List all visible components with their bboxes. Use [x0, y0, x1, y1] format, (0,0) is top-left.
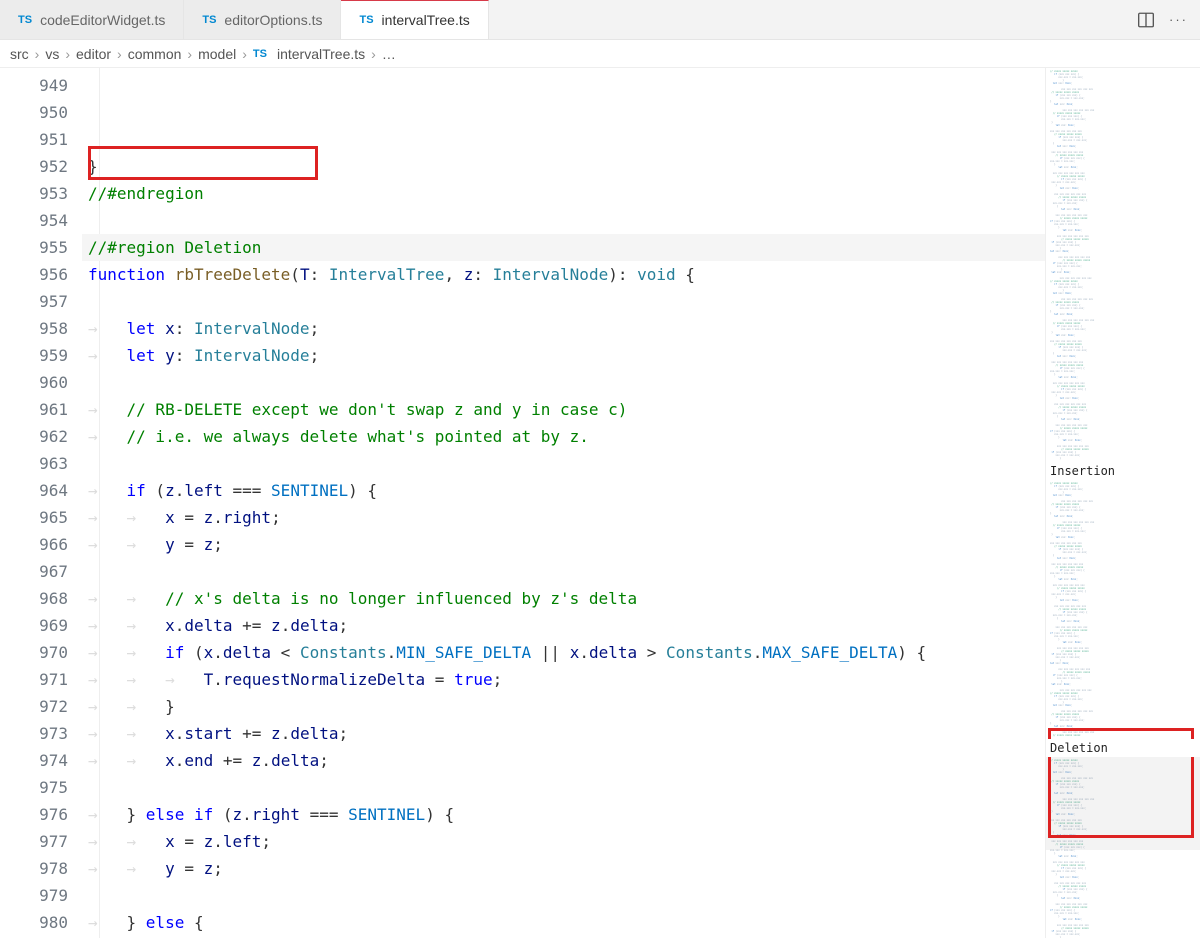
crumb[interactable]: editor [76, 46, 111, 62]
minimap-content: // xxxxx xxxxx xxxxx if (xxx xxx xxx) { … [1046, 480, 1200, 739]
tab-codeeditorwidget[interactable]: TS codeEditorWidget.ts [0, 0, 184, 39]
code-line[interactable] [82, 774, 1045, 801]
code-line[interactable]: → } else { [82, 909, 1045, 936]
code-line[interactable]: → // i.e. we always delete what's pointe… [82, 423, 1045, 450]
code-line[interactable]: → if (z.left === SENTINEL) { [82, 477, 1045, 504]
code-line[interactable]: → → → T.requestNormalizeDelta = true; [82, 666, 1045, 693]
code-line[interactable]: → } else if (z.right === SENTINEL) { [82, 801, 1045, 828]
minimap-region-label[interactable]: Deletion [1046, 739, 1200, 757]
code-line[interactable]: → // RB-DELETE except we don't swap z an… [82, 396, 1045, 423]
code-line[interactable]: → → x.start += z.delta; [82, 720, 1045, 747]
more-actions-icon[interactable]: ··· [1169, 12, 1188, 27]
code-line[interactable] [82, 288, 1045, 315]
code-line[interactable]: → → x.delta += z.delta; [82, 612, 1045, 639]
ts-file-icon: TS [253, 48, 267, 60]
ts-file-icon: TS [359, 14, 373, 26]
chevron-right-icon: › [187, 46, 192, 62]
line-number-gutter: 9499509519529539549559569579589599609619… [0, 68, 82, 938]
chevron-right-icon: › [242, 46, 247, 62]
tab-label: editorOptions.ts [224, 12, 322, 28]
code-line[interactable]: → → // x's delta is no longer influenced… [82, 585, 1045, 612]
code-line[interactable]: → → x = z.left; [82, 828, 1045, 855]
code-line[interactable]: → → y = z; [82, 531, 1045, 558]
minimap-content: // xxxxx xxxxx xxxxx if (xxx xxx xxx) { … [1046, 68, 1200, 462]
tab-intervaltree[interactable]: TS intervalTree.ts [341, 0, 488, 39]
tab-editoroptions[interactable]: TS editorOptions.ts [184, 0, 341, 39]
code-line[interactable]: → → y = z; [82, 855, 1045, 882]
code-line[interactable]: → → x.end += z.delta; [82, 747, 1045, 774]
chevron-right-icon: › [65, 46, 70, 62]
code-line[interactable]: → → if (x.delta < Constants.MIN_SAFE_DEL… [82, 639, 1045, 666]
code-area[interactable]: }//#endregion //#region Deletionfunction … [82, 68, 1045, 938]
code-line[interactable]: → → x = z.right; [82, 504, 1045, 531]
breadcrumbs[interactable]: src › vs › editor › common › model › TS inter… [0, 40, 1200, 68]
code-line[interactable] [82, 882, 1045, 909]
tab-actions: ··· [1137, 11, 1200, 29]
crumb[interactable]: model [198, 46, 236, 62]
crumb-more[interactable]: … [382, 46, 396, 62]
crumb[interactable]: src [10, 46, 29, 62]
code-line[interactable]: //#endregion [82, 180, 1045, 207]
code-line[interactable]: } [82, 153, 1045, 180]
editor-tabs: TS codeEditorWidget.ts TS editorOptions.… [0, 0, 1200, 40]
code-line[interactable]: //#region Deletion [82, 234, 1045, 261]
tab-label: intervalTree.ts [382, 12, 470, 28]
crumb-file[interactable]: intervalTree.ts [277, 46, 365, 62]
chevron-right-icon: › [371, 46, 376, 62]
code-line[interactable] [82, 207, 1045, 234]
tab-label: codeEditorWidget.ts [40, 12, 165, 28]
code-line[interactable]: → → } [82, 693, 1045, 720]
minimap-region-label[interactable]: Insertion [1046, 462, 1200, 480]
editor: 9499509519529539549559569579589599609619… [0, 68, 1200, 938]
code-line[interactable]: → let y: IntervalNode; [82, 342, 1045, 369]
chevron-right-icon: › [117, 46, 122, 62]
minimap[interactable]: // xxxxx xxxxx xxxxx if (xxx xxx xxx) { … [1045, 68, 1200, 938]
code-line[interactable]: function rbTreeDelete(T: IntervalTree, z… [82, 261, 1045, 288]
ts-file-icon: TS [18, 14, 32, 26]
code-line[interactable] [82, 558, 1045, 585]
crumb[interactable]: common [128, 46, 182, 62]
code-line[interactable] [82, 369, 1045, 396]
code-line[interactable] [82, 450, 1045, 477]
code-line[interactable]: → let x: IntervalNode; [82, 315, 1045, 342]
split-editor-icon[interactable] [1137, 11, 1155, 29]
crumb[interactable]: vs [45, 46, 59, 62]
ts-file-icon: TS [202, 14, 216, 26]
chevron-right-icon: › [35, 46, 40, 62]
